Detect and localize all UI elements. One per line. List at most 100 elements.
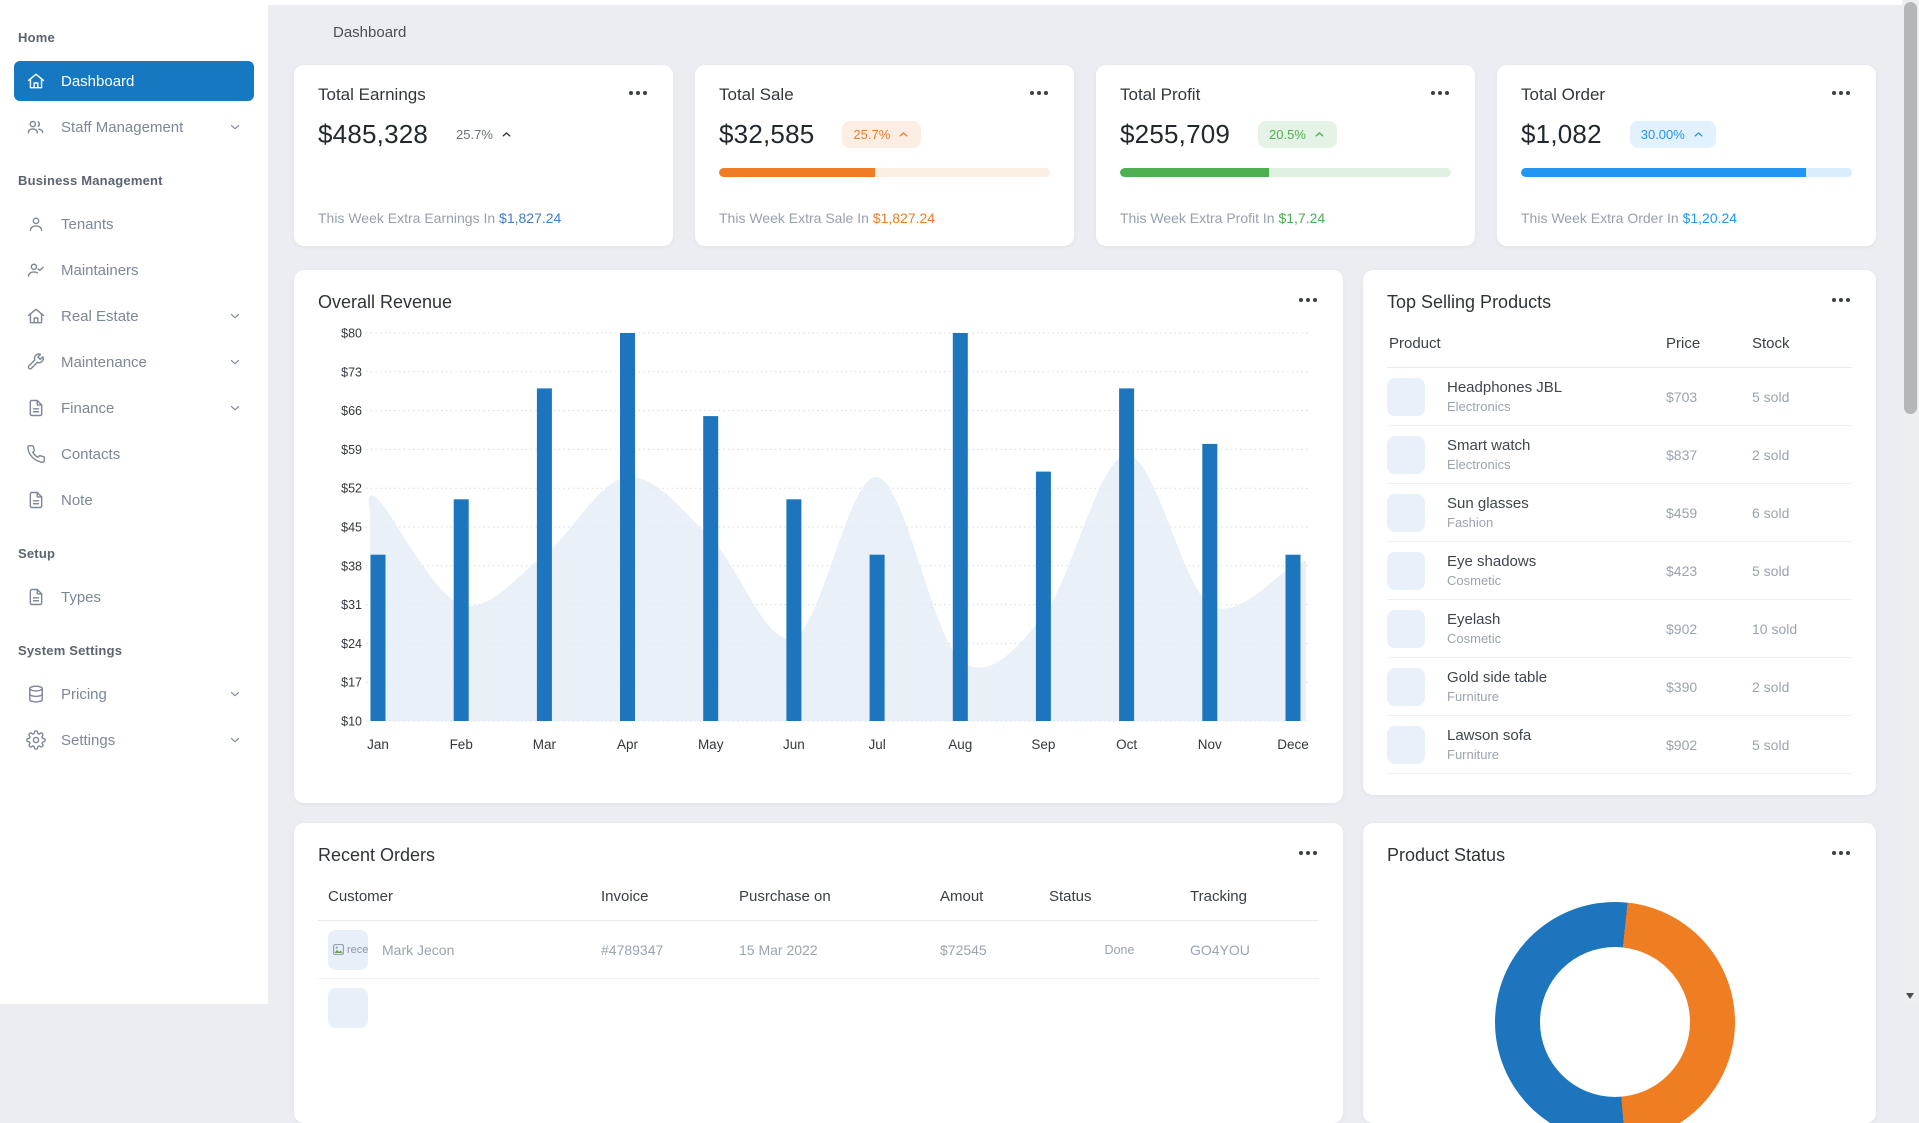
revenue-chart: $80 $73 $66 $59 $52 $45 $38 $31 $24 $17 $10 Jan Feb M…: [318, 319, 1319, 769]
product-stock: 6 sold: [1752, 504, 1790, 521]
sidebar-item-label: Real Estate: [61, 307, 139, 325]
sidebar-item-settings[interactable]: Settings: [14, 720, 254, 760]
svg-text:$59: $59: [341, 443, 362, 457]
stat-card-progress-bar: [719, 168, 1050, 177]
product-name: Gold side table: [1447, 669, 1548, 686]
main-content: Dashboard Total Earnings $485,328 25.7% Thi…: [268, 0, 1902, 1123]
phone-icon: [26, 444, 46, 464]
people-icon: [26, 117, 46, 137]
sidebar-item-note[interactable]: Note: [14, 480, 254, 520]
product-stock: 2 sold: [1752, 446, 1790, 463]
bar-jan: [370, 554, 386, 721]
bar-oct: [1119, 388, 1135, 721]
svg-text:Jul: Jul: [868, 737, 885, 752]
person-check-icon: [26, 260, 46, 280]
sidebar-item-real-estate[interactable]: Real Estate: [14, 296, 254, 336]
breadcrumb: Dashboard: [333, 24, 407, 41]
sidebar-item-label: Maintenance: [61, 353, 147, 371]
stat-card-menu-button[interactable]: [627, 85, 649, 101]
stat-card-menu-button[interactable]: [1028, 85, 1050, 101]
product-price: $423: [1666, 562, 1698, 579]
product-category: Electronics: [1447, 399, 1511, 414]
svg-text:$10: $10: [341, 715, 362, 729]
arrow-up-icon: [1692, 128, 1705, 141]
sidebar-item-dashboard[interactable]: Dashboard: [14, 61, 254, 101]
product-row-eye-shadows: Eye shadows Cosmetic $423 5 sold: [1387, 542, 1852, 600]
stat-card-menu-button[interactable]: [1429, 85, 1451, 101]
sidebar-item-label: Note: [61, 491, 93, 509]
arrow-up-icon: [1313, 128, 1326, 141]
products-col-product: Product: [1389, 335, 1441, 352]
stat-card-progress-bar: [1120, 168, 1451, 177]
svg-text:May: May: [698, 737, 724, 752]
bottom-row: Recent Orders Customer Invoice Pusrchase…: [294, 823, 1876, 1123]
stat-card-title: Total Sale: [719, 85, 794, 104]
orders-col-invoice: Invoice: [601, 888, 649, 905]
sidebar-item-types[interactable]: Types: [14, 577, 254, 617]
recent-orders-title: Recent Orders: [318, 845, 436, 865]
sidebar-item-label: Maintainers: [61, 261, 139, 279]
svg-text:$73: $73: [341, 365, 362, 379]
stat-card-note-amount: $1,827.24: [872, 210, 936, 226]
product-row-lawson-sofa: Lawson sofa Furniture $902 5 sold: [1387, 716, 1852, 774]
svg-text:$31: $31: [341, 598, 362, 612]
product-avatar: [1387, 551, 1425, 590]
sidebar-item-label: Pricing: [61, 685, 107, 703]
order-tracking: GO4YOU: [1190, 941, 1250, 958]
file-icon: [26, 587, 46, 607]
product-row-smart-watch: Smart watch Electronics $837 2 sold: [1387, 426, 1852, 484]
sidebar-item-label: Settings: [61, 731, 116, 749]
sidebar-item-contacts[interactable]: Contacts: [14, 434, 254, 474]
wrench-icon: [26, 352, 46, 372]
stat-card-total-order: Total Order $1,082 30.00% This Week Extra O…: [1497, 65, 1876, 246]
top-selling-products-card: Top Selling Products Product Price Stock…: [1363, 270, 1876, 795]
bar-jun: [786, 499, 802, 721]
orders-col-amount: Amout: [940, 888, 984, 905]
svg-text:Nov: Nov: [1198, 737, 1222, 752]
top-selling-products-title: Top Selling Products: [1387, 292, 1552, 312]
product-name: Eye shadows: [1447, 553, 1537, 570]
chevron-down-icon: [228, 687, 242, 701]
sidebar-section-setup: Setup: [18, 546, 56, 561]
sidebar-item-label: Tenants: [61, 215, 114, 233]
sidebar-item-staff-management[interactable]: Staff Management: [14, 107, 254, 147]
bar-feb: [453, 499, 469, 721]
products-table-body: Headphones JBL Electronics $703 5 sold Smart…: [1387, 368, 1852, 774]
sidebar-item-maintainers[interactable]: Maintainers: [14, 250, 254, 290]
chevron-down-icon: [228, 309, 242, 323]
stat-card-value: $1,082: [1521, 119, 1602, 149]
order-invoice: #4789347: [601, 941, 664, 958]
stat-card-title: Total Order: [1521, 85, 1606, 104]
overall-revenue-menu-button[interactable]: [1297, 292, 1319, 308]
product-status-menu-button[interactable]: [1830, 845, 1852, 861]
database-icon: [26, 684, 46, 704]
stat-card-note: This Week Extra Sale In $1,827.24: [719, 210, 936, 226]
sidebar-item-maintenance[interactable]: Maintenance: [14, 342, 254, 382]
sidebar-item-pricing[interactable]: Pricing: [14, 674, 254, 714]
sidebar-item-finance[interactable]: Finance: [14, 388, 254, 428]
scrollbar-down-arrow-icon[interactable]: [1906, 993, 1914, 999]
svg-text:Aug: Aug: [948, 737, 972, 752]
product-price: $390: [1666, 678, 1698, 695]
bar-nov: [1202, 443, 1218, 721]
stat-card-menu-button[interactable]: [1830, 85, 1852, 101]
scrollbar-thumb[interactable]: [1904, 2, 1917, 414]
order-row-partial: [318, 979, 1319, 1036]
recent-orders-menu-button[interactable]: [1297, 845, 1319, 861]
svg-text:Sep: Sep: [1031, 737, 1055, 752]
orders-col-status: Status: [1049, 888, 1092, 905]
page-scrollbar[interactable]: [1902, 0, 1919, 1004]
product-stock: 10 sold: [1752, 620, 1798, 637]
stat-card-value: $485,328: [318, 119, 429, 149]
stat-card-title: Total Profit: [1120, 85, 1201, 104]
products-table-header: Product Price Stock: [1387, 335, 1852, 368]
product-stock: 5 sold: [1752, 736, 1790, 753]
product-name: Lawson sofa: [1447, 727, 1532, 744]
sidebar-item-label: Types: [61, 588, 102, 606]
sidebar: Home Dashboard Staff Management Business Ma…: [0, 0, 268, 1004]
svg-text:$38: $38: [341, 559, 362, 573]
sidebar-item-tenants[interactable]: Tenants: [14, 204, 254, 244]
top-selling-products-menu-button[interactable]: [1830, 292, 1852, 308]
product-name: Headphones JBL: [1447, 379, 1563, 396]
svg-text:$45: $45: [341, 521, 362, 535]
